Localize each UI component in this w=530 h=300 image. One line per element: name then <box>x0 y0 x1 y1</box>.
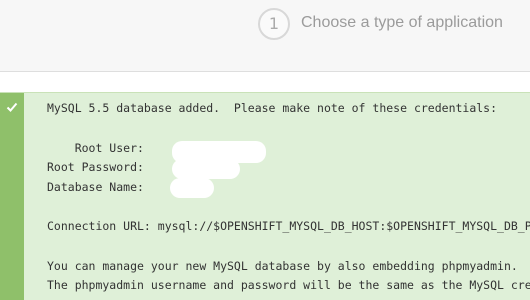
connection-url: Connection URL: mysql://$OPENSHIFT_MYSQL… <box>47 219 530 233</box>
redacted-root-password <box>172 159 240 179</box>
success-message-panel: MySQL 5.5 database added. Please make no… <box>0 92 530 300</box>
message-text: MySQL 5.5 database added. Please make no… <box>47 93 530 300</box>
manage-database-text: You can manage your new MySQL database b… <box>47 259 518 273</box>
step-number-badge: 1 <box>258 8 290 40</box>
root-user-label: Root User: <box>47 141 144 155</box>
status-strip <box>0 93 24 300</box>
redacted-database-name <box>170 178 214 198</box>
root-password-label: Root Password: <box>47 160 144 174</box>
phpmyadmin-credentials-text: The phpmyadmin username and password wil… <box>47 278 530 292</box>
wizard-header: 1 Choose a type of application <box>0 0 530 72</box>
check-icon <box>6 102 18 112</box>
step-title[interactable]: Choose a type of application <box>301 14 503 32</box>
database-name-label: Database Name: <box>47 180 144 194</box>
success-headline: MySQL 5.5 database added. Please make no… <box>47 101 498 115</box>
